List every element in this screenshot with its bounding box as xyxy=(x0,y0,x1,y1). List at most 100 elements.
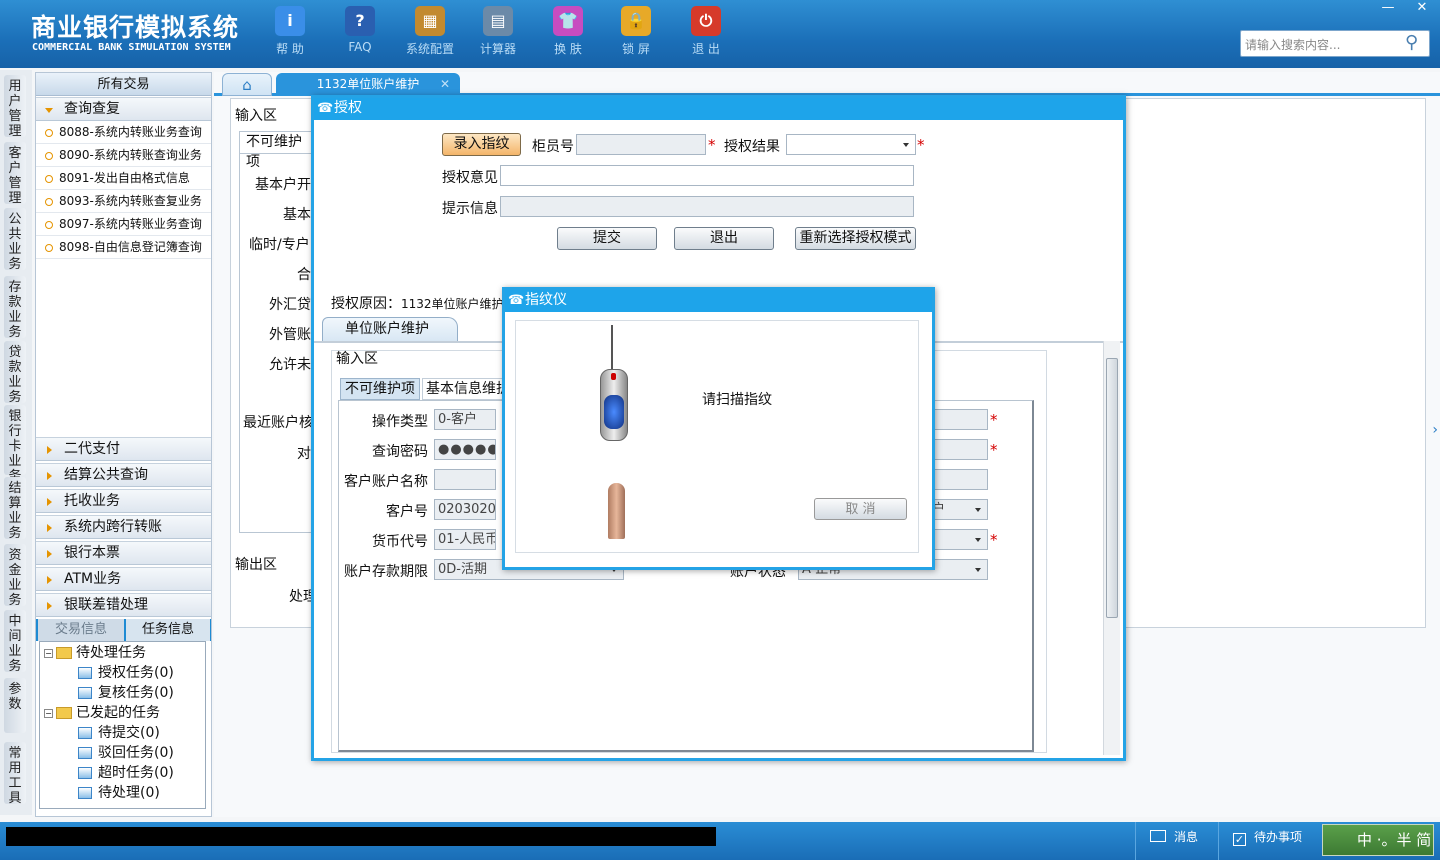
tree-label: 已发起的任务 xyxy=(76,705,160,721)
sidebar-transaction-item[interactable]: 8097-系统内转账业务查询 xyxy=(36,213,211,236)
expand-arrow-icon[interactable]: › xyxy=(1432,422,1438,438)
vtab-7[interactable]: 资金业务 xyxy=(4,544,26,608)
tree-node[interactable]: − 待处理任务 xyxy=(44,644,146,663)
search-icon[interactable]: ⚲ xyxy=(1405,32,1418,53)
tab-task-info[interactable]: 任务信息 xyxy=(126,619,210,641)
inner-right-field[interactable] xyxy=(928,409,988,430)
close-button[interactable]: ✕ xyxy=(1406,0,1438,18)
sidebar-category[interactable]: 银联差错处理 xyxy=(36,593,211,617)
tree-collapse-icon[interactable]: − xyxy=(44,648,53,658)
submit-button[interactable]: 提交 xyxy=(557,227,657,250)
sidebar-category[interactable]: 系统内跨行转账 xyxy=(36,515,211,539)
tree-node[interactable]: 驳回任务(0) xyxy=(78,744,174,763)
toolbar-label: 锁 屏 xyxy=(622,42,650,56)
sidebar-transaction-item[interactable]: 8088-系统内转账业务查询 xyxy=(36,121,211,144)
vtab-10[interactable]: 常用工具 xyxy=(4,742,26,806)
fingerprint-button[interactable]: 录入指纹 xyxy=(442,133,521,156)
toolbar-label: 系统配置 xyxy=(405,42,454,56)
inner-field-input[interactable]: 01-人民币 xyxy=(434,529,496,550)
bg-field-label: 外汇贷 xyxy=(269,297,311,313)
toolbar-info-button[interactable]: i 帮 助 xyxy=(260,6,320,57)
inner-right-field[interactable]: 户 xyxy=(928,499,988,520)
minimize-button[interactable]: — xyxy=(1372,0,1404,18)
app-title: 商业银行模拟系统 xyxy=(31,13,240,42)
tree-node[interactable]: 复核任务(0) xyxy=(78,684,174,703)
result-select[interactable] xyxy=(786,134,916,155)
sidebar-transaction-item[interactable]: 8098-自由信息登记簿查询 xyxy=(36,236,211,259)
category-open[interactable]: 查询查复 xyxy=(36,97,211,121)
fingerprint-prompt: 请扫描指纹 xyxy=(702,392,772,408)
opinion-input[interactable] xyxy=(500,165,914,186)
required-mark: * xyxy=(990,531,998,549)
toolbar-label: 换 肤 xyxy=(554,42,582,56)
vtab-8[interactable]: 中间业务 xyxy=(4,610,26,674)
sidebar-category[interactable]: 结算公共查询 xyxy=(36,463,211,487)
toolbar-power-button[interactable]: ⏻ 退 出 xyxy=(676,6,736,57)
vtab-2[interactable]: 公共业务 xyxy=(4,208,26,272)
toolbar-help-button[interactable]: ? FAQ xyxy=(330,6,390,54)
bg-input-area: 输入区 xyxy=(235,108,277,124)
sidebar-transaction-item[interactable]: 8090-系统内转账查询业务 xyxy=(36,144,211,167)
tab-close-icon[interactable]: ✕ xyxy=(440,73,450,95)
inner-right-field[interactable] xyxy=(928,529,988,550)
inner-field-input[interactable]: ●●●●● xyxy=(434,439,496,460)
inner-field-input[interactable]: 02030208 xyxy=(434,499,496,520)
vtab-1[interactable]: 客户管理 xyxy=(4,142,26,206)
sidebar-category[interactable]: 银行本票 xyxy=(36,541,211,565)
reselect-mode-button[interactable]: 重新选择授权模式 xyxy=(795,227,916,250)
sidebar-category[interactable]: 二代支付 xyxy=(36,437,211,461)
search-input[interactable]: 请输入搜索内容... xyxy=(1240,30,1430,57)
scrollbar[interactable] xyxy=(1103,341,1120,755)
reason-value: 1132单位账户维护 xyxy=(401,297,504,311)
sidebar-transaction-item[interactable]: 8091-发出自由格式信息 xyxy=(36,167,211,190)
tree-collapse-icon[interactable]: − xyxy=(44,708,53,718)
tree-node[interactable]: 待提交(0) xyxy=(78,724,160,743)
inner-field-label: 货币代号 xyxy=(372,534,428,550)
toolbar-lock-button[interactable]: 🔒 锁 屏 xyxy=(606,6,666,57)
app-header: 商业银行模拟系统 COMMERCIAL BANK SIMULATION SYST… xyxy=(0,0,1440,68)
toolbar-shirt-button[interactable]: 👕 换 肤 xyxy=(538,6,598,57)
inner-field-input[interactable]: 0-客户 xyxy=(434,409,496,430)
vtab-4[interactable]: 贷款业务 xyxy=(4,341,26,405)
toolbar-calculator-button[interactable]: ▤ 计算器 xyxy=(468,6,528,57)
inner-field-input[interactable] xyxy=(434,469,496,490)
home-tab[interactable]: ⌂ xyxy=(222,73,272,96)
scrollbar-thumb[interactable] xyxy=(1106,358,1118,618)
toolbar-toolbox-button[interactable]: ▦ 系统配置 xyxy=(400,6,460,57)
document-icon xyxy=(78,687,92,699)
auth-dialog-title: 授权 xyxy=(314,98,1123,120)
info-icon: i xyxy=(275,6,305,36)
inner-input-area: 输入区 xyxy=(336,351,378,367)
messages-button[interactable]: 消息 xyxy=(1135,822,1215,860)
toolbar-label: 帮 助 xyxy=(276,42,304,56)
inner-field-label: 客户号 xyxy=(386,504,428,520)
exit-button[interactable]: 退出 xyxy=(674,227,774,250)
fingerprint-cancel-button[interactable]: 取 消 xyxy=(814,498,907,520)
ime-indicator[interactable]: 中 ·。半 简 xyxy=(1322,824,1434,856)
teller-input[interactable] xyxy=(576,134,706,155)
inner-right-field[interactable] xyxy=(928,439,988,460)
vtab-5[interactable]: 银行卡业务 xyxy=(4,405,26,484)
tab-trade-info[interactable]: 交易信息 xyxy=(38,619,124,641)
vtab-0[interactable]: 用户管理 xyxy=(4,75,26,139)
todo-button[interactable]: ✓ 待办事项 xyxy=(1218,822,1318,860)
inner-tab-fixed[interactable]: 不可维护项 xyxy=(340,378,420,400)
inner-right-field[interactable] xyxy=(928,469,988,490)
reason-label: 授权原因：1132单位账户维护 xyxy=(331,296,504,312)
vtab-6[interactable]: 结算业务 xyxy=(4,477,26,541)
sidebar-category[interactable]: 托收业务 xyxy=(36,489,211,513)
tab-account-maintenance[interactable]: 1132单位账户维护 ✕ xyxy=(276,73,460,96)
vtab-9[interactable]: 参数 xyxy=(4,678,26,733)
vtab-3[interactable]: 存款业务 xyxy=(4,276,26,340)
inner-tab-account[interactable]: 单位账户维护 xyxy=(322,317,458,341)
sidebar-transaction-item[interactable]: 8093-系统内转账查复业务 xyxy=(36,190,211,213)
status-bar: 消息 ✓ 待办事项 中 ·。半 简 xyxy=(0,822,1440,860)
bg-tab[interactable]: 不可维护项 xyxy=(239,131,314,170)
inner-field-label: 账户存款期限 xyxy=(344,564,428,580)
task-tree: − 待处理任务 授权任务(0) 复核任务(0) − 已发起的任务 待提交(0) 驳回任务(0)… xyxy=(39,641,206,809)
tree-node[interactable]: − 已发起的任务 xyxy=(44,704,160,723)
sidebar-category[interactable]: ATM业务 xyxy=(36,567,211,591)
tree-node[interactable]: 超时任务(0) xyxy=(78,764,174,783)
tree-node[interactable]: 授权任务(0) xyxy=(78,664,174,683)
tree-node[interactable]: 待处理(0) xyxy=(78,784,160,803)
